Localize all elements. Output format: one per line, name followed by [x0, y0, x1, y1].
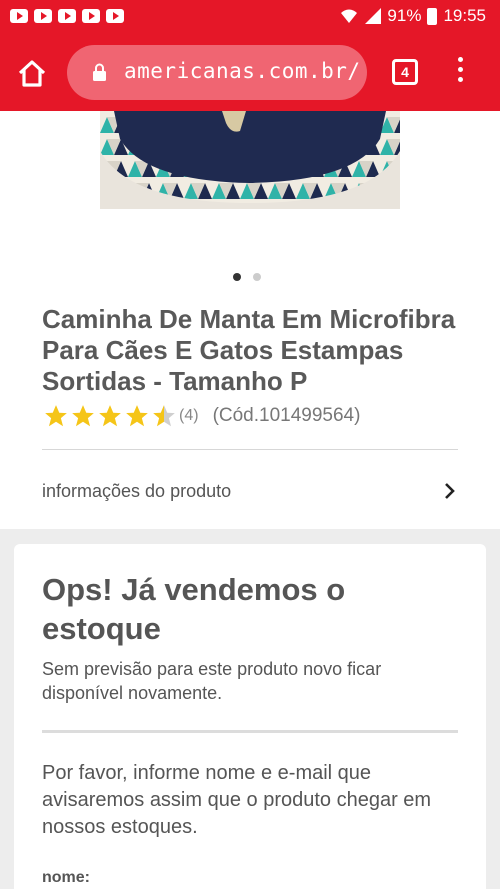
star-icon [45, 405, 67, 427]
carousel-dot-active[interactable] [233, 273, 241, 281]
product-info-link[interactable]: informações do produto [42, 471, 458, 511]
youtube-notification-icon [58, 9, 76, 23]
chevron-right-icon [445, 483, 455, 499]
overflow-menu-icon[interactable] [452, 57, 468, 87]
browser-toolbar: 91% 19:55 americanas.com.br/ 4 [0, 0, 500, 111]
product-image[interactable] [100, 111, 400, 209]
half-star-icon [153, 405, 175, 427]
youtube-notification-icon [82, 9, 100, 23]
out-of-stock-card: Ops! Já vendemos o estoque Sem previsão … [14, 544, 486, 889]
product-title: Caminha De Manta Em Microfibra Para Cães… [42, 304, 456, 396]
divider [42, 730, 458, 733]
product-rating[interactable]: (4) (Cód.101499564) [42, 403, 360, 429]
out-of-stock-title: Ops! Já vendemos o estoque [42, 572, 346, 646]
url-text: americanas.com.br/ [124, 59, 361, 83]
status-right: 91% 19:55 [339, 6, 486, 26]
product-info-label: informações do produto [42, 481, 232, 501]
battery-icon [427, 7, 438, 25]
clock: 19:55 [443, 6, 486, 25]
carousel-dot[interactable] [253, 273, 261, 281]
notification-icons [10, 9, 124, 23]
wifi-icon [341, 9, 358, 23]
divider [42, 449, 458, 450]
youtube-notification-icon [34, 9, 52, 23]
star-icon [72, 405, 94, 427]
battery-percent: 91% [387, 6, 422, 25]
youtube-notification-icon [10, 9, 28, 23]
star-icon [126, 405, 148, 427]
youtube-notification-icon [106, 9, 124, 23]
review-count[interactable]: (4) [179, 407, 199, 425]
pet-bed-image [100, 111, 400, 209]
home-icon[interactable] [16, 57, 48, 89]
status-bar: 91% 19:55 [0, 0, 500, 34]
image-carousel-dots[interactable] [233, 273, 261, 281]
out-of-stock-subtitle: Sem previsão para este produto novo fica… [42, 659, 382, 703]
product-section: Caminha De Manta Em Microfibra Para Cães… [0, 111, 500, 529]
notify-description: Por favor, informe nome e e-mail que avi… [42, 762, 432, 838]
star-icon [99, 405, 121, 427]
product-code: (Cód.101499564) [212, 405, 361, 426]
tab-switcher-button[interactable]: 4 [392, 59, 418, 85]
name-field-label: nome: [42, 869, 90, 886]
address-bar[interactable]: americanas.com.br/ [67, 45, 367, 100]
lock-icon [93, 63, 106, 81]
signal-icon [365, 8, 382, 24]
